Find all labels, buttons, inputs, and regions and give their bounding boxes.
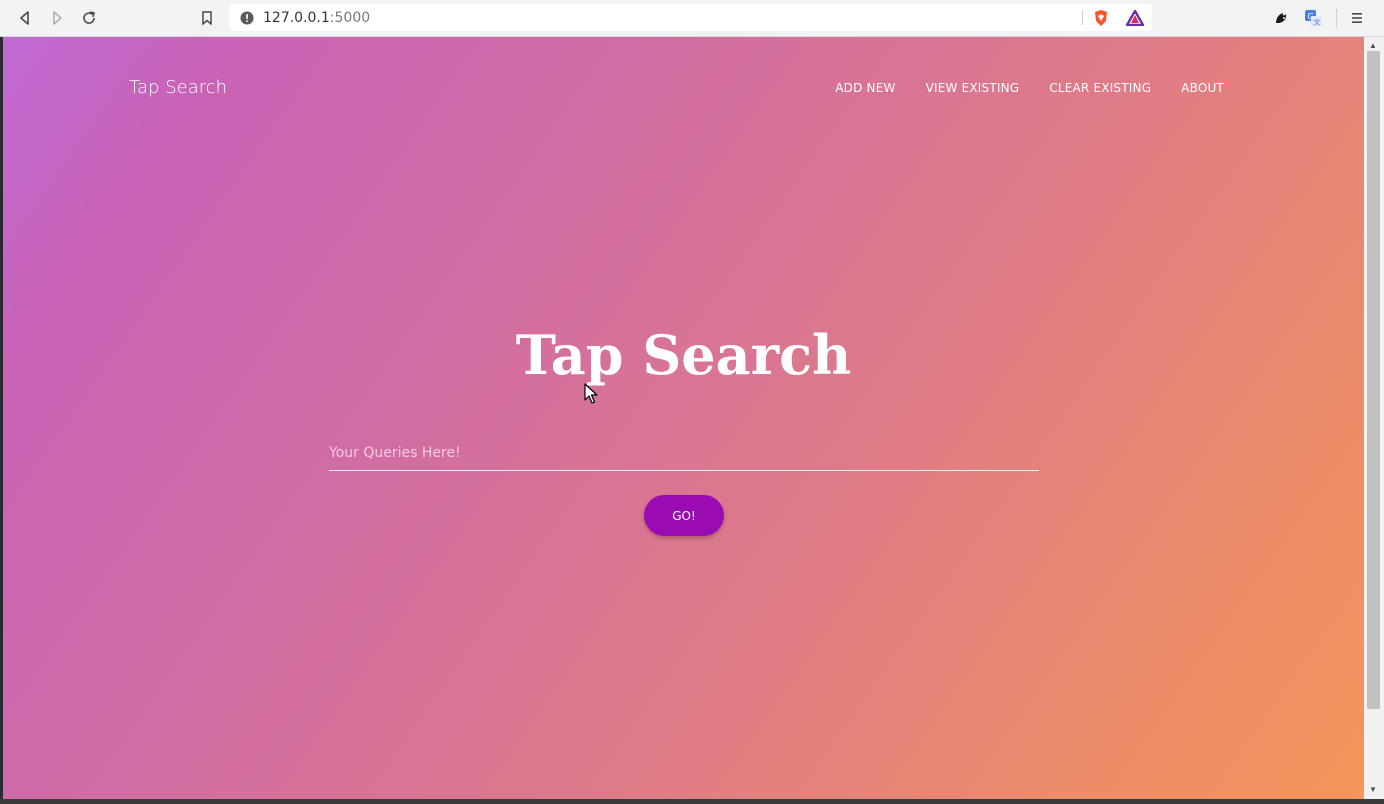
url-port: :5000	[329, 10, 371, 26]
hero-title: Tap Search	[515, 323, 852, 387]
reload-icon[interactable]	[79, 8, 99, 28]
mouse-cursor-icon	[584, 383, 598, 410]
page-scrollbar[interactable]: ▲ ▼	[1364, 37, 1384, 799]
nav-clear-existing[interactable]: CLEAR EXISTING	[1049, 81, 1151, 95]
svg-text:文: 文	[1314, 18, 1321, 27]
translate-icon[interactable]: G文	[1303, 8, 1323, 28]
url-host: 127.0.0.1	[263, 10, 330, 26]
search-field	[329, 438, 1039, 471]
top-nav: ADD NEW VIEW EXISTING CLEAR EXISTING ABO…	[835, 81, 1224, 95]
address-bar[interactable]: 127.0.0.1:5000	[229, 4, 1152, 31]
brave-rewards-icon[interactable]	[1125, 8, 1145, 28]
url-divider	[1082, 10, 1083, 25]
forward-icon[interactable]	[47, 8, 67, 28]
nav-add-new[interactable]: ADD NEW	[835, 81, 895, 95]
scroll-thumb[interactable]	[1367, 51, 1380, 709]
back-icon[interactable]	[15, 8, 35, 28]
page-content: Tap Search ADD NEW VIEW EXISTING CLEAR E…	[3, 37, 1364, 799]
url-text: 127.0.0.1:5000	[263, 10, 370, 26]
info-icon[interactable]	[237, 8, 257, 28]
brave-shield-icon[interactable]	[1091, 8, 1111, 28]
menu-icon[interactable]	[1347, 8, 1367, 28]
toolbar-divider	[1336, 9, 1337, 27]
status-bar	[0, 799, 1384, 804]
bookmark-icon[interactable]	[197, 8, 217, 28]
scroll-down-arrow-icon[interactable]: ▼	[1369, 785, 1377, 794]
browser-toolbar: 127.0.0.1:5000 G文	[0, 0, 1384, 37]
nav-view-existing[interactable]: VIEW EXISTING	[926, 81, 1020, 95]
go-button[interactable]: GO!	[644, 495, 724, 536]
search-input[interactable]	[329, 438, 1039, 468]
brand-link[interactable]: Tap Search	[129, 77, 227, 98]
nav-about[interactable]: ABOUT	[1181, 81, 1224, 95]
extension-icon[interactable]	[1271, 8, 1291, 28]
scroll-up-arrow-icon[interactable]: ▲	[1369, 41, 1377, 50]
